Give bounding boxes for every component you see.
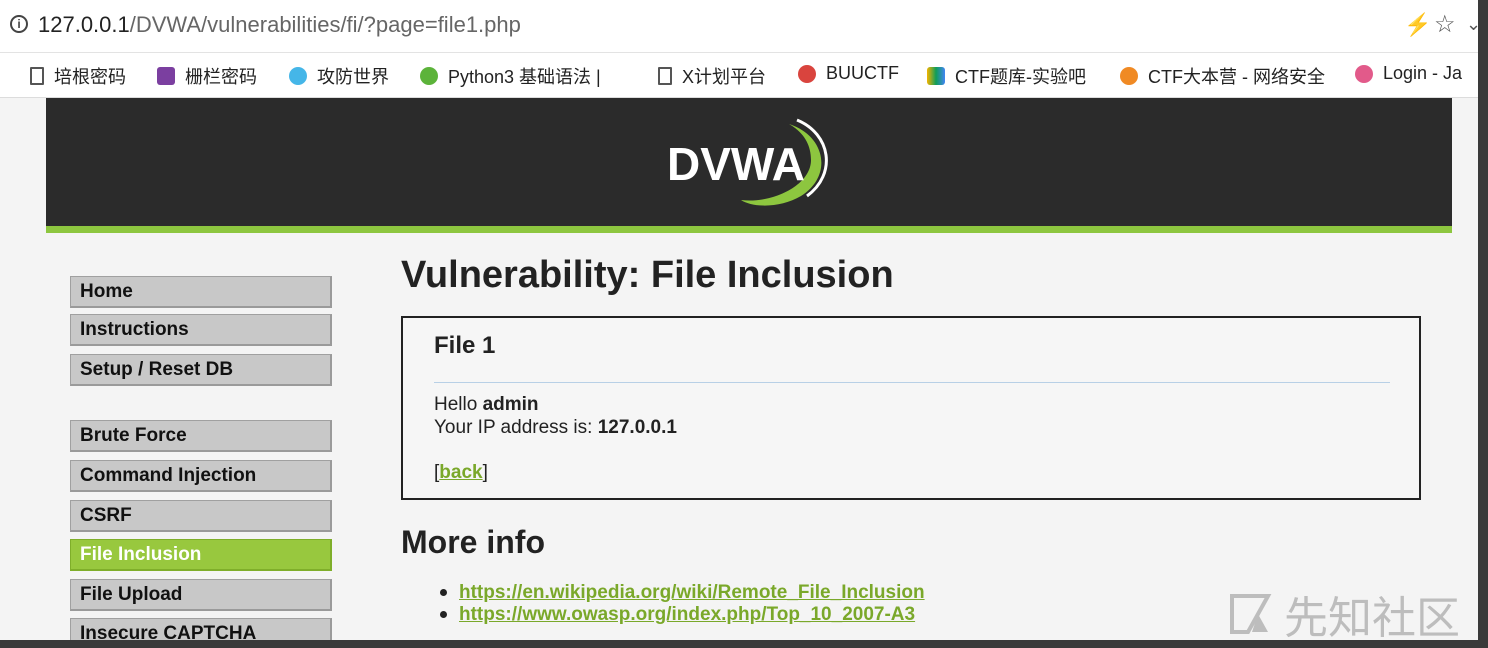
list-item: https://www.owasp.org/index.php/Top_10_2… [440, 604, 915, 626]
watermark-logo-icon [1230, 594, 1272, 634]
dvwa-logo: DVWA [667, 118, 828, 206]
bullet-icon [440, 589, 447, 597]
menu-item-setup-reset-db[interactable]: Setup / Reset DB [70, 354, 332, 386]
list-item: https://en.wikipedia.org/wiki/Remote_Fil… [440, 582, 925, 604]
bookmark-item[interactable]: Python3 基础语法 | [420, 63, 601, 89]
bookmark-item[interactable]: Login - Ja [1355, 63, 1462, 84]
ip-line: Your IP address is: 127.0.0.1 [434, 417, 677, 438]
bookmark-label: X计划平台 [682, 67, 767, 87]
page-icon [658, 67, 672, 85]
page-title: Vulnerability: File Inclusion [401, 254, 894, 296]
file-box: File 1 Hello admin Your IP address is: 1… [401, 316, 1421, 500]
bookmark-item[interactable]: X计划平台 [658, 63, 766, 89]
url-host: 127.0.0.1 [38, 12, 130, 37]
bullet-icon [440, 611, 447, 619]
bookmark-label: 攻防世界 [317, 67, 389, 87]
username: admin [482, 394, 539, 415]
bookmark-label: 培根密码 [54, 67, 126, 87]
bookmark-label: CTF题库-实验吧 [955, 67, 1086, 87]
menu-item-csrf[interactable]: CSRF [70, 500, 332, 532]
url-field[interactable]: 127.0.0.1/DVWA/vulnerabilities/fi/?page=… [38, 12, 521, 38]
ip-address: 127.0.0.1 [597, 417, 677, 438]
address-bar[interactable]: i 127.0.0.1/DVWA/vulnerabilities/fi/?pag… [0, 0, 1478, 53]
menu-item-insecure-captcha[interactable]: Insecure CAPTCHA [70, 618, 332, 640]
bookmark-label: 栅栏密码 [185, 67, 257, 87]
page-header: DVWA [46, 98, 1452, 233]
bookmark-item[interactable]: 培根密码 [30, 63, 126, 89]
wikipedia-link[interactable]: https://en.wikipedia.org/wiki/Remote_Fil… [459, 582, 925, 603]
url-path: /DVWA/vulnerabilities/fi/?page=file1.php [129, 12, 521, 37]
chevron-down-icon[interactable]: ⌄ [1466, 14, 1478, 35]
watermark: 先知社区 [1228, 582, 1460, 640]
purple-app-icon [157, 67, 175, 85]
bookmark-label: BUUCTF [826, 63, 899, 83]
bookmark-item[interactable]: CTF题库-实验吧 [927, 63, 1086, 89]
bookmark-item[interactable]: 攻防世界 [289, 63, 389, 89]
menu-item-file-upload[interactable]: File Upload [70, 579, 332, 611]
orange-icon [1120, 67, 1138, 85]
bookmark-item[interactable]: CTF大本营 - 网络安全 [1120, 63, 1325, 89]
box-title: File 1 [434, 332, 496, 359]
back-link[interactable]: back [439, 462, 482, 483]
bookmark-label: Login - Ja [1383, 63, 1463, 83]
bookmark-label: Python3 基础语法 | [448, 67, 601, 87]
menu-item-file-inclusion[interactable]: File Inclusion [70, 539, 332, 571]
divider [434, 382, 1390, 383]
dvwa-page: DVWA Home Instructions Setup / Reset DB … [46, 98, 1452, 640]
red-shield-icon [798, 64, 816, 83]
more-info-heading: More info [401, 524, 545, 560]
star-icon[interactable]: ☆ [1434, 10, 1456, 39]
hello-line: Hello admin [434, 394, 539, 415]
bookmark-item[interactable]: BUUCTF [798, 63, 899, 84]
bolt-icon[interactable]: ⚡ [1404, 12, 1431, 38]
bookmark-label: CTF大本营 - 网络安全 [1148, 67, 1325, 87]
browser-window: i 127.0.0.1/DVWA/vulnerabilities/fi/?pag… [0, 0, 1478, 640]
bookmarks-bar: 培根密码 栅栏密码 攻防世界 Python3 基础语法 | X计划平台 BUUC… [0, 53, 1478, 98]
green-site-icon [420, 67, 438, 85]
menu-item-home[interactable]: Home [70, 276, 332, 308]
multicolor-icon [927, 67, 945, 85]
bookmark-item[interactable]: 栅栏密码 [157, 63, 257, 89]
pink-icon [1355, 64, 1373, 83]
owasp-link[interactable]: https://www.owasp.org/index.php/Top_10_2… [459, 604, 915, 625]
svg-text:DVWA: DVWA [667, 138, 805, 190]
info-icon[interactable]: i [10, 15, 28, 33]
menu-item-brute-force[interactable]: Brute Force [70, 420, 332, 452]
menu-item-instructions[interactable]: Instructions [70, 314, 332, 346]
menu-item-command-injection[interactable]: Command Injection [70, 460, 332, 492]
blue-globe-icon [289, 67, 307, 85]
watermark-text: 先知社区 [1284, 593, 1460, 640]
page-icon [30, 67, 44, 85]
back-line: [back] [434, 462, 488, 483]
